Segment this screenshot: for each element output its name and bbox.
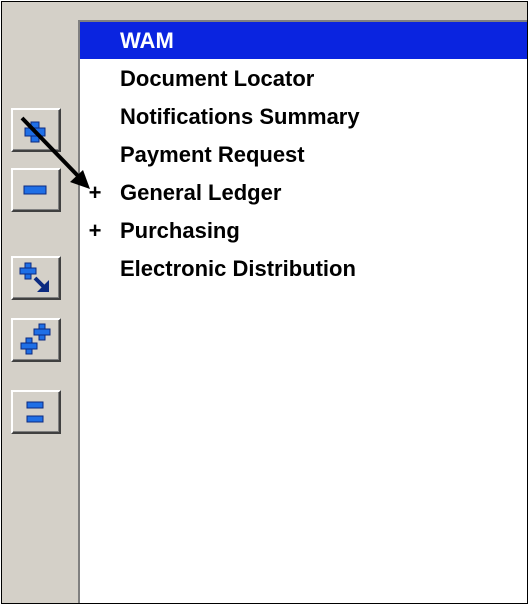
tree-item-general-ledger[interactable]: + General Ledger bbox=[80, 174, 527, 211]
navigator-tree: WAM Document Locator Notifications Summa… bbox=[78, 20, 527, 603]
tree-item-label: Payment Request bbox=[120, 142, 305, 167]
tree-item-label: Electronic Distribution bbox=[120, 256, 356, 281]
expand-branch-button[interactable] bbox=[11, 256, 61, 300]
tree-item-purchasing[interactable]: + Purchasing bbox=[80, 212, 527, 249]
tree-item-electronic-distribution[interactable]: Electronic Distribution bbox=[80, 250, 527, 287]
tree-toolbar bbox=[2, 2, 78, 603]
tree-item-payment-request[interactable]: Payment Request bbox=[80, 136, 527, 173]
tree-item-document-locator[interactable]: Document Locator bbox=[80, 60, 527, 97]
tree-item-label: WAM bbox=[120, 28, 174, 53]
collapse-all-button[interactable] bbox=[11, 390, 61, 434]
collapse-button[interactable] bbox=[11, 168, 61, 212]
plus-arrow-down-right-icon bbox=[19, 262, 49, 292]
tree-expander-plus[interactable]: + bbox=[86, 174, 104, 211]
tree-expander-plus[interactable]: + bbox=[86, 212, 104, 249]
tree-item-label: Purchasing bbox=[120, 218, 240, 243]
tree-item-label: Document Locator bbox=[120, 66, 315, 91]
tree-item-label: Notifications Summary bbox=[120, 104, 360, 129]
navigator-window: WAM Document Locator Notifications Summa… bbox=[1, 1, 528, 604]
tree-item-label: General Ledger bbox=[120, 180, 282, 205]
double-plus-icon bbox=[20, 323, 51, 355]
tree-item-wam[interactable]: WAM bbox=[80, 22, 527, 59]
plus-icon bbox=[24, 121, 46, 143]
minus-icon bbox=[23, 185, 47, 195]
expand-button[interactable] bbox=[11, 108, 61, 152]
double-minus-icon bbox=[26, 401, 44, 423]
expand-all-button[interactable] bbox=[11, 318, 61, 362]
tree-item-notifications-summary[interactable]: Notifications Summary bbox=[80, 98, 527, 135]
